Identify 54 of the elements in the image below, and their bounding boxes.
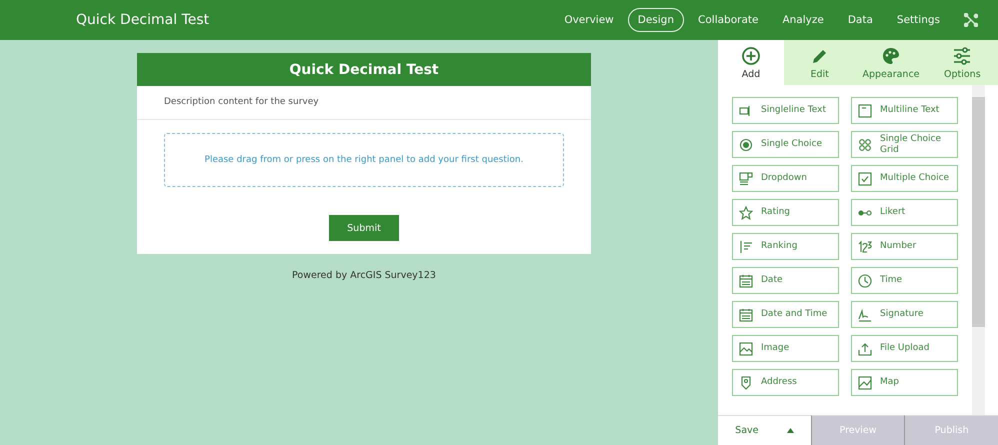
drop-zone[interactable]: Please drag from or press on the right panel to add your first question. — [164, 133, 564, 187]
question-type-button[interactable]: Dropdown — [732, 165, 839, 192]
dropdown-icon — [739, 172, 753, 186]
number-icon — [858, 240, 872, 254]
question-type-button[interactable]: Address — [732, 369, 839, 396]
ranking-icon — [739, 240, 753, 254]
caret-icon — [786, 428, 794, 433]
grid-icon — [858, 138, 872, 152]
nav-link[interactable]: Collaborate — [688, 8, 768, 32]
question-type-button[interactable]: Single Choice — [732, 131, 839, 158]
question-type-button[interactable]: Date and Time — [732, 301, 839, 328]
panel-tab[interactable]: Edit — [784, 40, 856, 85]
survey-description: Description content for the survey — [164, 97, 319, 107]
panel-tab[interactable]: Appearance — [855, 40, 927, 85]
add-icon — [741, 46, 761, 66]
question-type-button[interactable]: Signature — [851, 301, 958, 328]
panel-tab[interactable]: Options — [926, 40, 998, 85]
check-icon — [858, 172, 872, 186]
scrollbar[interactable] — [972, 85, 985, 415]
question-type-button[interactable]: Multiple Choice — [851, 165, 958, 192]
share-icon[interactable] — [964, 13, 978, 27]
survey-title: Quick Decimal Test — [289, 62, 439, 78]
star-icon — [739, 206, 753, 220]
pin-icon — [739, 376, 753, 390]
submit-button[interactable]: Submit — [329, 215, 399, 241]
app-title: Quick Decimal Test — [76, 12, 210, 28]
nav-link[interactable]: Data — [838, 8, 883, 32]
calendar-icon — [739, 274, 753, 288]
map-icon — [858, 376, 872, 390]
question-type-button[interactable]: Map — [851, 369, 958, 396]
question-type-button[interactable]: Number — [851, 233, 958, 260]
clock-icon — [858, 274, 872, 288]
question-type-button[interactable]: Multiline Text — [851, 97, 958, 124]
image-icon — [739, 342, 753, 356]
nav-link[interactable]: Settings — [886, 8, 950, 32]
question-type-button[interactable]: Rating — [732, 199, 839, 226]
nav-link[interactable]: Overview — [554, 8, 624, 32]
question-type-button[interactable]: Single Choice Grid — [851, 131, 958, 158]
question-type-button[interactable]: File Upload — [851, 335, 958, 362]
question-type-button[interactable]: Ranking — [732, 233, 839, 260]
palette-icon — [880, 46, 901, 66]
question-type-button[interactable]: Image — [732, 335, 839, 362]
upload-icon — [858, 342, 872, 356]
question-type-button[interactable]: Singleline Text — [732, 97, 839, 124]
nav-link[interactable]: Design — [628, 8, 684, 32]
radio-icon — [739, 138, 753, 152]
powered-by-text: Powered by ArcGIS Survey123 — [291, 270, 437, 281]
signature-icon — [858, 308, 872, 322]
question-type-button[interactable]: Time — [851, 267, 958, 294]
sliders-icon — [952, 46, 972, 66]
question-type-button[interactable]: Likert — [851, 199, 958, 226]
nav-link[interactable]: Analyze — [772, 8, 834, 32]
calendar-icon — [739, 308, 753, 322]
question-type-button[interactable]: Date — [732, 267, 839, 294]
